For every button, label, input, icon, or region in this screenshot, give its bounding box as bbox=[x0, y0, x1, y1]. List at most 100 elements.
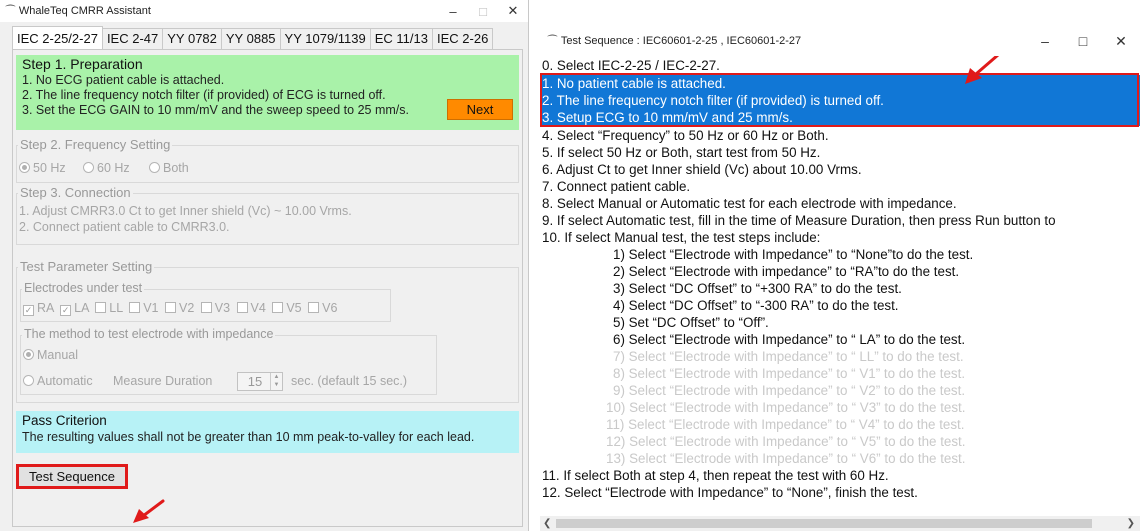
radio-dot-icon bbox=[19, 162, 30, 173]
method-title: The method to test electrode with impeda… bbox=[22, 327, 276, 341]
manual-step-line: 13) Select “Electrode with Impedance” to… bbox=[606, 451, 966, 466]
sequence-line: 8. Select Manual or Automatic test for e… bbox=[542, 196, 957, 211]
manual-step-line: 7) Select “Electrode with Impedance” to … bbox=[613, 349, 964, 364]
standard-tabs: IEC 2-25/2-27 IEC 2-47 YY 0782 YY 0885 Y… bbox=[12, 26, 494, 50]
sequence-line: 7. Connect patient cable. bbox=[542, 179, 691, 194]
duration-stepper[interactable]: 15 ▲ ▼ bbox=[237, 372, 283, 391]
electrode-checkboxes: ✓ RA ✓ LA LL V1 V2 V3 V4 V5 V6 bbox=[23, 301, 337, 316]
manual-step-line: 9) Select “Electrode with Impedance” to … bbox=[613, 383, 966, 398]
step1-line: 3. Set the ECG GAIN to 10 mm/mV and the … bbox=[22, 103, 409, 117]
radio-manual[interactable]: Manual bbox=[23, 348, 78, 362]
scroll-left-icon[interactable]: ❮ bbox=[543, 516, 551, 531]
sequence-line: 12. Select “Electrode with Impedance” to… bbox=[542, 485, 918, 500]
title-bar: ⁀ WhaleTeq CMRR Assistant – □ ✕ bbox=[0, 0, 528, 22]
tab-yy-0885[interactable]: YY 0885 bbox=[220, 28, 281, 49]
electrode-v5-checkbox[interactable]: V5 bbox=[272, 301, 302, 315]
manual-step-line: 3) Select “DC Offset” to “+300 RA” to do… bbox=[613, 281, 902, 296]
minimize-icon[interactable]: – bbox=[1026, 33, 1064, 49]
horizontal-scrollbar[interactable]: ❮ ❯ bbox=[540, 516, 1140, 531]
sequence-line: 3. Setup ECG to 10 mm/mV and 25 mm/s. bbox=[542, 110, 793, 125]
whale-icon: ⁀ bbox=[548, 35, 557, 48]
sequence-line: 5. If select 50 Hz or Both, start test f… bbox=[542, 145, 821, 160]
tab-yy-0782[interactable]: YY 0782 bbox=[162, 28, 222, 49]
scroll-right-icon[interactable]: ❯ bbox=[1127, 516, 1135, 531]
step1-title: Step 1. Preparation bbox=[22, 56, 143, 72]
step1-panel: Step 1. Preparation 1. No ECG patient ca… bbox=[16, 55, 519, 130]
radio-automatic[interactable]: Automatic bbox=[23, 374, 93, 388]
tab-iec-2-25[interactable]: IEC 2-25/2-27 bbox=[12, 26, 103, 50]
pass-criterion-text: The resulting values shall not be greate… bbox=[22, 430, 475, 444]
sequence-line: 9. If select Automatic test, fill in the… bbox=[542, 213, 1056, 228]
cmrr-assistant-window: ⁀ WhaleTeq CMRR Assistant – □ ✕ IEC 2-25… bbox=[0, 0, 529, 531]
radio-50hz[interactable]: 50 Hz bbox=[19, 161, 66, 175]
step3-group bbox=[16, 193, 519, 245]
radio-dot-icon bbox=[23, 375, 34, 386]
test-parameter-title: Test Parameter Setting bbox=[18, 259, 155, 274]
radio-dot-icon bbox=[23, 349, 34, 360]
tab-iec-2-26[interactable]: IEC 2-26 bbox=[432, 28, 494, 49]
electrode-v4-checkbox[interactable]: V4 bbox=[236, 301, 266, 315]
step3-line: 2. Connect patient cable to CMRR3.0. bbox=[19, 220, 230, 234]
manual-step-line: 2) Select “Electrode with impedance” to … bbox=[613, 264, 960, 279]
manual-step-line: 5) Set “DC Offset” to “Off”. bbox=[613, 315, 769, 330]
electrode-ra-checkbox[interactable]: ✓ RA bbox=[23, 301, 54, 316]
pass-criterion-title: Pass Criterion bbox=[22, 413, 107, 428]
manual-step-line: 6) Select “Electrode with Impedance” to … bbox=[613, 332, 966, 347]
step3-line: 1. Adjust CMRR3.0 Ct to get Inner shield… bbox=[19, 204, 352, 218]
manual-step-line: 1) Select “Electrode with Impedance” to … bbox=[613, 247, 974, 262]
minimize-icon[interactable]: – bbox=[438, 4, 468, 19]
electrode-v6-checkbox[interactable]: V6 bbox=[308, 301, 337, 315]
electrodes-title: Electrodes under test bbox=[22, 281, 145, 295]
tab-yy-1079[interactable]: YY 1079/1139 bbox=[279, 28, 371, 49]
pass-criterion-panel: Pass Criterion The resulting values shal… bbox=[16, 411, 519, 453]
title-bar: ⁀ Test Sequence : IEC60601-2-25 , IEC606… bbox=[540, 28, 1140, 54]
spinner-arrows-icon[interactable]: ▲ ▼ bbox=[270, 373, 282, 390]
next-button[interactable]: Next bbox=[447, 99, 513, 120]
tab-iec-2-47[interactable]: IEC 2-47 bbox=[101, 28, 164, 49]
tab-panel: Step 1. Preparation 1. No ECG patient ca… bbox=[12, 49, 523, 527]
manual-step-line: 8) Select “Electrode with Impedance” to … bbox=[613, 366, 966, 381]
sequence-line: 10. If select Manual test, the test step… bbox=[542, 230, 821, 245]
window-title: WhaleTeq CMRR Assistant bbox=[18, 5, 151, 17]
close-icon[interactable]: ✕ bbox=[498, 3, 528, 19]
radio-both[interactable]: Both bbox=[149, 161, 189, 175]
sequence-line: 4. Select “Frequency” to 50 Hz or 60 Hz … bbox=[542, 128, 829, 143]
step3-title: Step 3. Connection bbox=[18, 185, 133, 200]
sequence-line: 1. No patient cable is attached. bbox=[542, 76, 726, 91]
manual-step-line: 12) Select “Electrode with Impedance” to… bbox=[606, 434, 966, 449]
electrode-la-checkbox[interactable]: ✓ LA bbox=[60, 301, 89, 316]
radio-dot-icon bbox=[149, 162, 160, 173]
measure-duration-label: Measure Duration bbox=[113, 374, 213, 388]
window-title: Test Sequence : IEC60601-2-25 , IEC60601… bbox=[560, 35, 802, 47]
tab-ec-11-13[interactable]: EC 11/13 bbox=[369, 28, 433, 49]
radio-60hz[interactable]: 60 Hz bbox=[83, 161, 130, 175]
sequence-line: 11. If select Both at step 4, then repea… bbox=[542, 468, 889, 483]
test-sequence-window: ⁀ Test Sequence : IEC60601-2-25 , IEC606… bbox=[540, 28, 1140, 531]
sequence-line: 6. Adjust Ct to get Inner shield (Vc) ab… bbox=[542, 162, 862, 177]
step1-line: 1. No ECG patient cable is attached. bbox=[22, 73, 225, 87]
whale-icon: ⁀ bbox=[6, 5, 15, 18]
manual-step-line: 4) Select “DC Offset” to “-300 RA” to do… bbox=[613, 298, 899, 313]
sequence-line: 2. The line frequency notch filter (if p… bbox=[542, 93, 884, 108]
arrow-annotation-icon bbox=[965, 56, 1000, 84]
maximize-icon[interactable]: □ bbox=[468, 4, 498, 19]
sequence-line: 0. Select IEC-2-25 / IEC-2-27. bbox=[542, 58, 720, 73]
maximize-icon[interactable]: □ bbox=[1064, 33, 1102, 49]
manual-step-line: 11) Select “Electrode with Impedance” to… bbox=[606, 417, 965, 432]
test-sequence-text: 0. Select IEC-2-25 / IEC-2-27. 1. No pat… bbox=[540, 56, 1140, 516]
check-icon: ✓ bbox=[23, 305, 34, 316]
electrode-ll-checkbox[interactable]: LL bbox=[95, 301, 123, 315]
scrollbar-thumb[interactable] bbox=[556, 519, 1092, 528]
electrode-v3-checkbox[interactable]: V3 bbox=[200, 301, 230, 315]
manual-step-line: 10) Select “Electrode with Impedance” to… bbox=[606, 400, 966, 415]
electrode-v1-checkbox[interactable]: V1 bbox=[129, 301, 159, 315]
electrode-v2-checkbox[interactable]: V2 bbox=[164, 301, 194, 315]
arrow-annotation-icon bbox=[133, 499, 165, 523]
test-sequence-button[interactable]: Test Sequence bbox=[16, 464, 128, 489]
close-icon[interactable]: ✕ bbox=[1102, 33, 1140, 50]
step1-line: 2. The line frequency notch filter (if p… bbox=[22, 88, 386, 102]
radio-dot-icon bbox=[83, 162, 94, 173]
duration-value: 15 bbox=[247, 374, 263, 389]
step2-title: Step 2. Frequency Setting bbox=[18, 137, 173, 152]
duration-note: sec. (default 15 sec.) bbox=[291, 374, 408, 388]
